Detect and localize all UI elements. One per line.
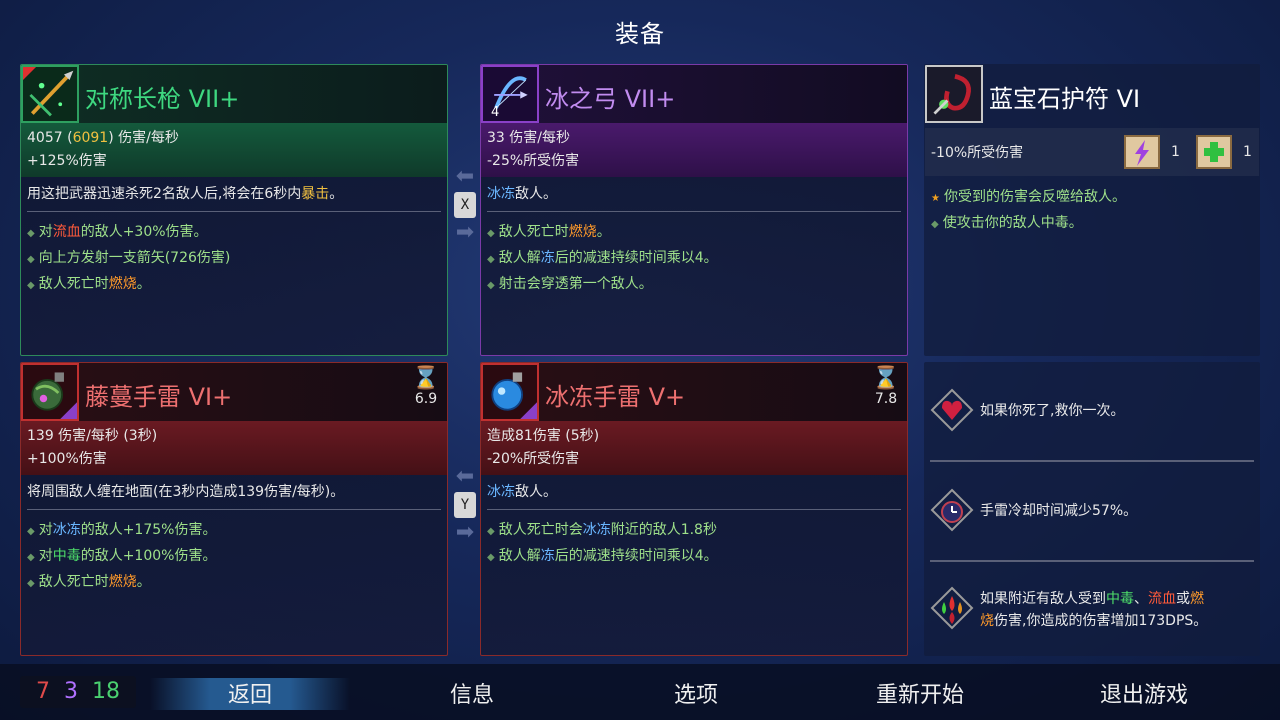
affliction-drops-icon — [930, 586, 974, 630]
affix-line: ◆ 使攻击你的敌人中毒。 — [931, 215, 1083, 231]
skill-swap-control[interactable]: ⬅ Y ➡ — [450, 464, 480, 546]
cooldown-value: 7.8 — [874, 391, 898, 407]
menu-restart[interactable]: 重新开始 — [820, 677, 1020, 709]
tactics-count: 3 — [64, 679, 78, 704]
mutation-text: 如果你死了,救你一次。 — [980, 403, 1125, 419]
divider — [930, 560, 1254, 562]
melee-weapon-card[interactable]: 对称长枪 VII+ 4057 (6091) 伤害/每秒 +125%伤害 用这把武… — [20, 64, 448, 356]
swap-key-x[interactable]: X — [454, 192, 476, 218]
mutation-affliction-dps[interactable]: 如果附近有敌人受到中毒、流血或燃 烧伤害,你造成的伤害增加173DPS。 — [930, 586, 1254, 636]
item-stats: 139 伤害/每秒 (3秒) +100%伤害 — [21, 421, 447, 475]
item-description: ★ 你受到的伤害会反噬给敌人。 ◆ 使攻击你的敌人中毒。 — [931, 185, 1253, 237]
bomb-clock-icon — [930, 488, 974, 532]
cooldown-indicator: ⌛ 7.8 — [871, 366, 901, 408]
ice-bow-icon: 4 — [481, 65, 539, 123]
heart-revive-icon — [930, 388, 974, 432]
menu-back[interactable]: 返回 — [150, 677, 350, 709]
left-skill-card[interactable]: 藤蔓手雷 VI+ ⌛ 6.9 139 伤害/每秒 (3秒) +100%伤害 将周… — [20, 362, 448, 656]
right-skill-card[interactable]: 冰冻手雷 V+ ⌛ 7.8 造成81伤害 (5秒) -20%所受伤害 冰冻敌人。… — [480, 362, 908, 656]
item-name: 蓝宝石护符 VI — [989, 85, 1141, 113]
survival-count: 18 — [92, 679, 120, 704]
amulet-icon — [925, 65, 983, 123]
menu-options[interactable]: 选项 — [596, 677, 796, 709]
lightning-scroll-icon — [1121, 132, 1163, 172]
item-stats: 造成81伤害 (5秒) -20%所受伤害 — [481, 421, 907, 475]
mutation-revive[interactable]: 如果你死了,救你一次。 — [930, 388, 1254, 436]
item-description: 将周围敌人缠在地面(在3秒内造成139伤害/每秒)。 ◆ 对冰冻的敌人+175%伤… — [27, 481, 441, 596]
mutation-grenade-cooldown[interactable]: 手雷冷却时间减少57%。 — [930, 488, 1254, 536]
cooldown-indicator: ⌛ 6.9 — [411, 366, 441, 408]
affix-line: ◆ 敌人死亡时会冰冻附近的敌人1.8秒 — [487, 522, 717, 538]
swap-key-y[interactable]: Y — [454, 492, 476, 518]
scroll-count: 1 — [1243, 144, 1252, 160]
affix-line: ◆ 射击会穿透第一个敌人。 — [487, 276, 653, 292]
item-stats: 4057 (6091) 伤害/每秒 +125%伤害 — [21, 123, 447, 177]
menu-info[interactable]: 信息 — [372, 677, 572, 709]
item-count: 4 — [491, 105, 500, 120]
vine-grenade-icon — [21, 363, 79, 421]
affix-line: ◆ 向上方发射一支箭矢(726伤害) — [27, 250, 231, 266]
spear-icon — [21, 65, 79, 123]
arrow-right-icon: ➡ — [455, 220, 475, 245]
ranged-weapon-card[interactable]: 4 冰之弓 VII+ 33 伤害/每秒 -25%所受伤害 冰冻敌人。 ◆ 敌人死亡… — [480, 64, 908, 356]
item-name: 冰冻手雷 V+ — [545, 383, 686, 411]
affix-line: ◆ 对中毒的敌人+100%伤害。 — [27, 548, 217, 564]
screen-title: 装备 — [615, 20, 665, 48]
mutation-text: 手雷冷却时间减少57%。 — [980, 503, 1138, 519]
affix-line: ◆ 敌人死亡时燃烧。 — [27, 276, 151, 292]
item-name: 对称长枪 VII+ — [85, 85, 240, 113]
affix-line: ◆ 对冰冻的敌人+175%伤害。 — [27, 522, 217, 538]
affix-line: ◆ 敌人死亡时燃烧。 — [27, 574, 151, 590]
affix-line: ★ 你受到的伤害会反噬给敌人。 — [931, 189, 1126, 205]
cooldown-value: 6.9 — [414, 391, 438, 407]
menu-quit[interactable]: 退出游戏 — [1044, 677, 1244, 709]
stat-counter: 7 3 18 — [20, 676, 136, 708]
item-description: 冰冻敌人。 ◆ 敌人死亡时燃烧。 ◆ 敌人解冻后的减速持续时间乘以4。 ◆ 射击会穿透… — [487, 183, 901, 298]
affix-line: ◆ 敌人解冻后的减速持续时间乘以4。 — [487, 548, 718, 564]
amulet-card[interactable]: 蓝宝石护符 VI -10%所受伤害 1 1 ★ 你受到的伤害会反噬给敌人。 ◆ 使攻… — [924, 64, 1260, 356]
affix-line: ◆ 敌人死亡时燃烧。 — [487, 224, 611, 240]
divider — [930, 460, 1254, 462]
health-scroll-icon — [1193, 132, 1235, 172]
hourglass-icon: ⌛ — [412, 366, 440, 391]
ice-grenade-icon — [481, 363, 539, 421]
arrow-right-icon: ➡ — [455, 520, 475, 545]
scroll-count: 1 — [1171, 144, 1180, 160]
mutation-text: 如果附近有敌人受到中毒、流血或燃 烧伤害,你造成的伤害增加173DPS。 — [980, 591, 1208, 629]
arrow-left-icon: ⬅ — [455, 164, 475, 189]
amulet-stats: -10%所受伤害 1 1 — [925, 128, 1259, 176]
affix-line: ◆ 对流血的敌人+30%伤害。 — [27, 224, 208, 240]
arrow-left-icon: ⬅ — [455, 464, 475, 489]
item-description: 用这把武器迅速杀死2名敌人后,将会在6秒内暴击。 ◆ 对流血的敌人+30%伤害。 … — [27, 183, 441, 298]
item-name: 冰之弓 VII+ — [545, 85, 676, 113]
hourglass-icon: ⌛ — [872, 366, 900, 391]
brutality-count: 7 — [36, 679, 50, 704]
item-stats: 33 伤害/每秒 -25%所受伤害 — [481, 123, 907, 177]
affix-line: ◆ 敌人解冻后的减速持续时间乘以4。 — [487, 250, 718, 266]
item-name: 藤蔓手雷 VI+ — [85, 383, 233, 411]
item-description: 冰冻敌人。 ◆ 敌人死亡时会冰冻附近的敌人1.8秒 ◆ 敌人解冻后的减速持续时间乘以… — [487, 481, 901, 570]
weapon-swap-control[interactable]: ⬅ X ➡ — [450, 164, 480, 246]
